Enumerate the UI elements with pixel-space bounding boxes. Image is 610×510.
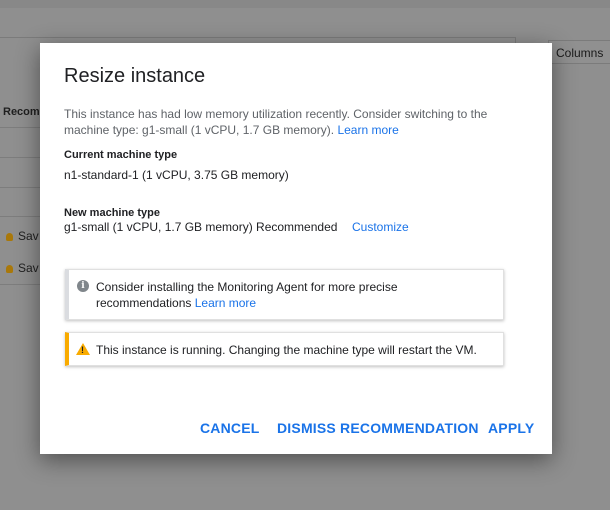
monitoring-agent-note: i Consider installing the Monitoring Age… xyxy=(65,269,504,320)
lightbulb-icon xyxy=(6,265,13,273)
info-icon: i xyxy=(77,280,89,292)
current-machine-type-label: Current machine type xyxy=(64,149,178,161)
dialog-title: Resize instance xyxy=(64,65,206,87)
recommendation-savings-label: Sav xyxy=(18,229,39,243)
dismiss-recommendation-button[interactable]: DISMISS RECOMMENDATION xyxy=(277,420,479,436)
apply-button[interactable]: APPLY xyxy=(488,420,534,436)
background-toolbar-divider xyxy=(0,37,515,38)
new-machine-type-label: New machine type xyxy=(64,207,160,219)
warning-icon-mark: ! xyxy=(81,345,84,355)
table-row-divider xyxy=(0,216,40,217)
recommendation-savings-label: Sav xyxy=(18,261,39,275)
dialog-intro: This instance has had low memory utiliza… xyxy=(64,106,524,138)
table-row-divider xyxy=(0,187,40,188)
current-machine-type-value: n1-standard-1 (1 vCPU, 3.75 GB memory) xyxy=(64,168,289,182)
table-row[interactable]: Sav xyxy=(6,261,39,275)
lightbulb-icon xyxy=(6,233,13,241)
resize-instance-dialog: Resize instance This instance has had lo… xyxy=(40,43,552,454)
table-row-divider xyxy=(0,157,40,158)
restart-warning-note: ! This instance is running. Changing the… xyxy=(65,332,504,366)
info-learn-more-link[interactable]: Learn more xyxy=(195,296,256,310)
intro-text: This instance has had low memory utiliza… xyxy=(64,107,488,137)
customize-link[interactable]: Customize xyxy=(352,220,409,234)
background-topbar xyxy=(0,0,610,8)
table-row-divider xyxy=(0,127,40,128)
table-row[interactable]: Sav xyxy=(6,229,39,243)
cancel-button[interactable]: CANCEL xyxy=(200,420,260,436)
learn-more-link[interactable]: Learn more xyxy=(337,123,398,137)
table-row-divider xyxy=(0,284,40,285)
new-machine-type-value: g1-small (1 vCPU, 1.7 GB memory) Recomme… xyxy=(64,220,338,234)
warning-note-text: This instance is running. Changing the m… xyxy=(96,343,477,357)
columns-button[interactable]: Columns xyxy=(548,40,610,64)
info-note-text: Consider installing the Monitoring Agent… xyxy=(96,279,496,311)
